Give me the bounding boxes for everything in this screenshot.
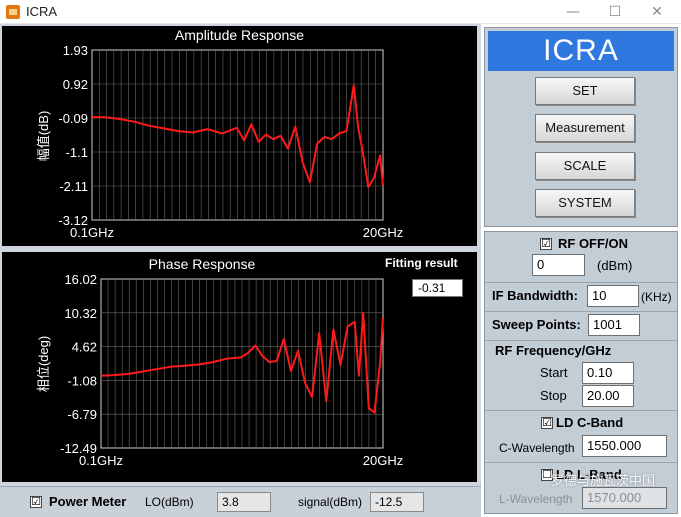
amplitude-chart-title: Amplitude Response — [174, 27, 305, 43]
if-bandwidth-unit: (KHz) — [641, 290, 672, 304]
divider — [485, 462, 677, 463]
y-tick-label: -6.79 — [67, 407, 97, 422]
x-tick-label: 20GHz — [363, 453, 403, 468]
lo-label: LO(dBm) — [145, 495, 194, 509]
minimize-icon[interactable]: — — [558, 2, 588, 22]
y-tick-label: 10.32 — [64, 306, 97, 321]
x-tick-label: 0.1GHz — [79, 453, 123, 468]
control-panel: ICRA SET Measurement SCALE SYSTEM ☑ RF O… — [481, 24, 681, 517]
c-wavelength-label: C-Wavelength — [499, 441, 575, 455]
y-tick-label: 16.02 — [64, 272, 97, 287]
amplitude-chart: 幅值(dB) 1.93 0.92 -0.09 -1.1 -2.11 -3.12 0.1GH… — [2, 26, 477, 246]
sweep-points-label: Sweep Points: — [492, 317, 581, 332]
divider — [485, 311, 677, 312]
fitting-result-field: -0.31 — [412, 279, 463, 297]
sweep-points-input[interactable]: 1001 — [588, 314, 640, 336]
y-tick-label: 1.93 — [63, 43, 88, 58]
system-button[interactable]: SYSTEM — [535, 189, 635, 217]
x-tick-label: 0.1GHz — [70, 225, 114, 240]
if-bandwidth-input[interactable]: 10 — [587, 285, 639, 307]
power-meter-bar: ☑ Power Meter LO(dBm) 3.8 signal(dBm) -1… — [0, 486, 481, 517]
x-tick-label: 20GHz — [363, 225, 403, 240]
phase-chart-title: Phase Response — [148, 256, 256, 272]
scale-button[interactable]: SCALE — [535, 152, 635, 180]
power-meter-label: Power Meter — [49, 494, 127, 509]
y-tick-label: 0.92 — [63, 77, 88, 92]
y-tick-label: 4.62 — [72, 340, 97, 355]
start-frequency-input[interactable]: 0.10 — [582, 362, 634, 384]
l-wavelength-label: L-Wavelength — [499, 492, 573, 506]
y-tick-label: -1.1 — [66, 145, 88, 160]
rf-power-unit: (dBm) — [597, 258, 633, 273]
lo-value-field: 3.8 — [217, 492, 271, 512]
divider — [485, 282, 677, 283]
divider — [485, 340, 677, 341]
phase-chart-svg: 相位(deg) 16.0210.324.62-1.08-6.79-12.49 0… — [36, 272, 403, 468]
amplitude-chart-svg: 幅值(dB) 1.930.92-0.09-1.1-2.11-3.12 0.1GH… — [36, 43, 403, 240]
ld-c-band-label: LD C-Band — [556, 415, 624, 430]
measurement-button[interactable]: Measurement — [535, 114, 635, 142]
signal-label: signal(dBm) — [298, 495, 363, 509]
settings-panel: ☑ RF OFF/ON 0 (dBm) IF Bandwidth: 10 (KH… — [484, 231, 678, 514]
rf-power-input[interactable]: 0 — [532, 254, 585, 276]
rf-on-off-label: RF OFF/ON — [558, 236, 629, 251]
amplitude-grid — [91, 49, 384, 221]
ld-c-band-checkbox[interactable]: ☑ — [541, 417, 553, 429]
signal-value-field: -12.5 — [370, 492, 424, 512]
l-wavelength-input[interactable]: 1570.000 — [582, 487, 667, 509]
window-title: ICRA — [26, 4, 58, 19]
rf-on-off-checkbox[interactable]: ☑ — [540, 238, 552, 250]
app-icon — [6, 5, 20, 19]
icra-header: ICRA — [488, 31, 674, 71]
y-tick-label: -0.09 — [58, 111, 88, 126]
fitting-result-label: Fitting result — [385, 256, 458, 270]
maximize-icon[interactable]: ☐ — [600, 2, 630, 22]
phase-chart: 相位(deg) 16.02 10.32 4.62 -1.08 -6.79 -12.49 0… — [2, 252, 477, 482]
c-wavelength-input[interactable]: 1550.000 — [582, 435, 667, 457]
close-icon[interactable]: ✕ — [642, 2, 672, 22]
amplitude-y-axis-label: 幅值(dB) — [36, 111, 51, 162]
start-label: Start — [540, 365, 568, 380]
chart-area: 幅值(dB) 1.93 0.92 -0.09 -1.1 -2.11 -3.12 0.1GH… — [0, 24, 481, 517]
title-bar: ICRA — ☐ ✕ — [0, 0, 681, 24]
y-tick-label: -1.08 — [67, 373, 97, 388]
y-tick-label: -2.11 — [59, 179, 88, 194]
set-button[interactable]: SET — [535, 77, 635, 105]
power-meter-checkbox[interactable]: ☑ — [30, 496, 42, 508]
stop-frequency-input[interactable]: 20.00 — [582, 385, 634, 407]
menu-panel: ICRA SET Measurement SCALE SYSTEM — [484, 27, 678, 227]
phase-y-axis-label: 相位(deg) — [36, 336, 51, 392]
divider — [485, 410, 677, 411]
if-bandwidth-label: IF Bandwidth: — [492, 288, 578, 303]
rf-frequency-label: RF Frequency/GHz — [495, 343, 612, 358]
watermark: 罗德与施瓦茨中国 — [550, 473, 655, 488]
stop-label: Stop — [540, 388, 567, 403]
